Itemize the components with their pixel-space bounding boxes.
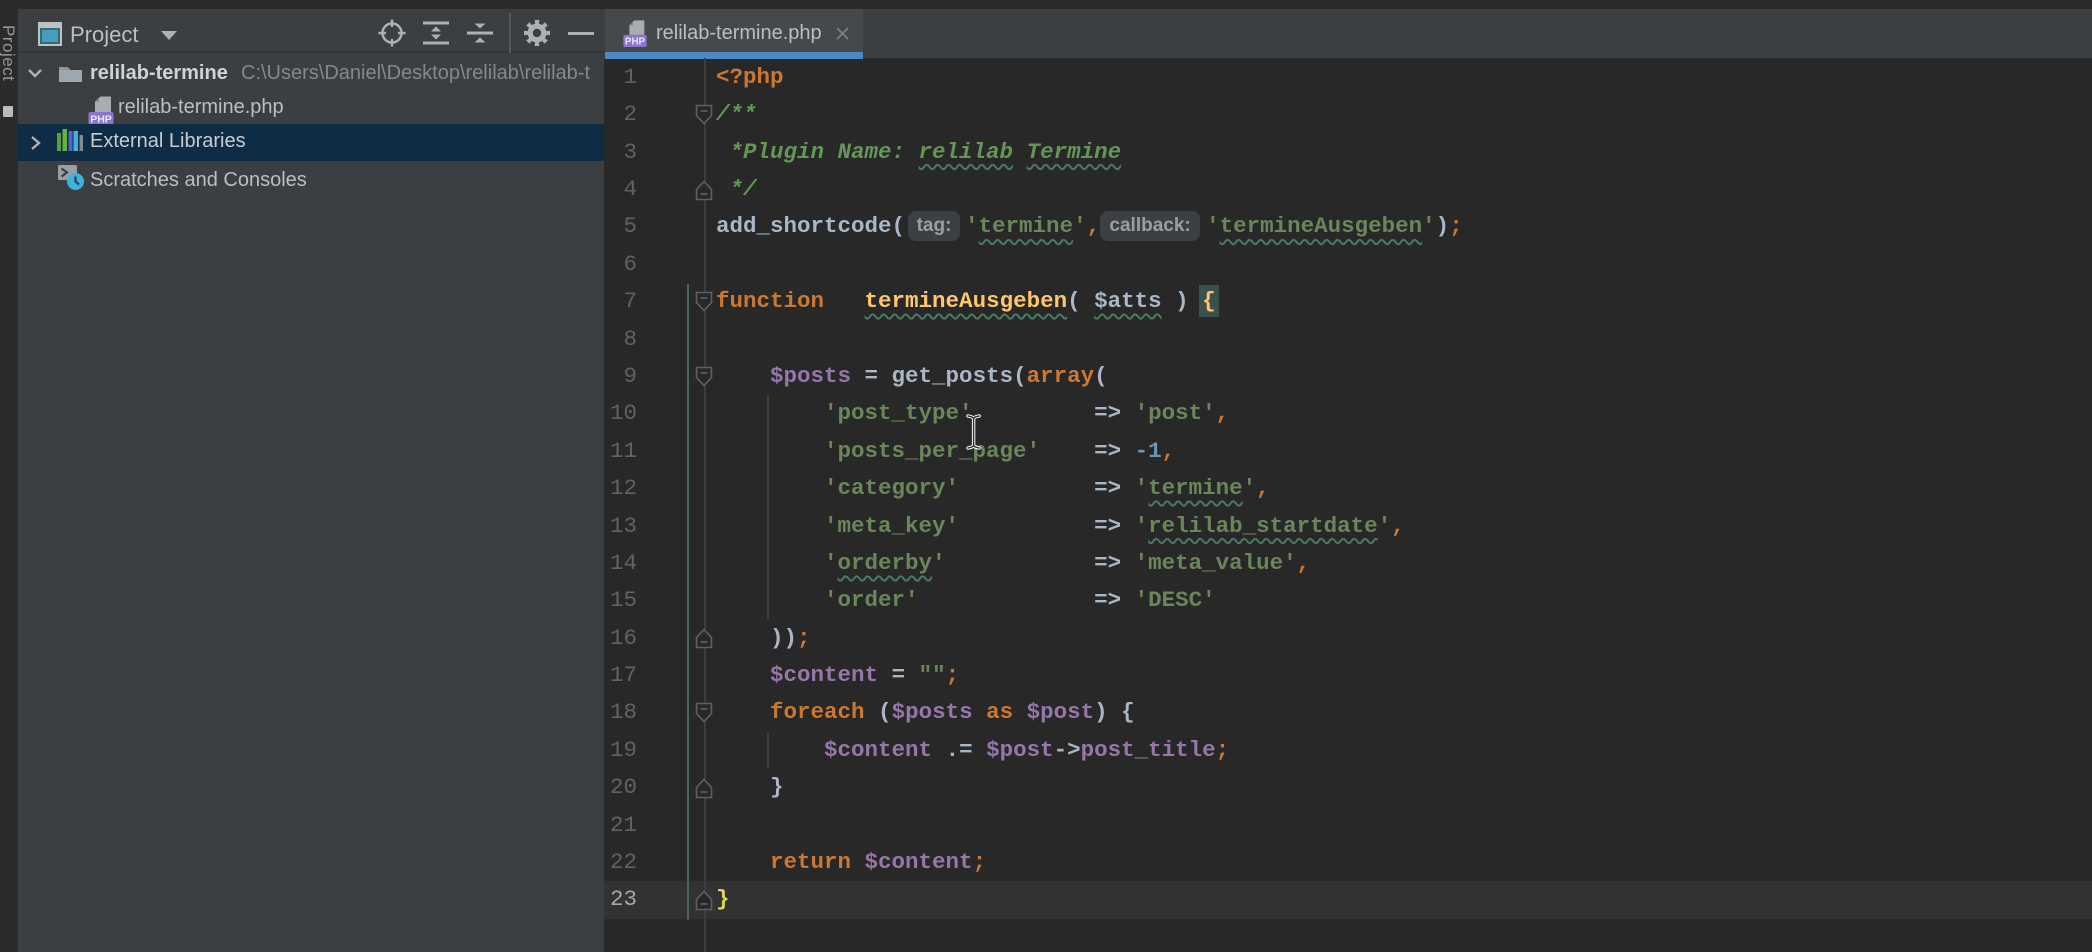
svg-text:PHP: PHP	[625, 37, 646, 47]
